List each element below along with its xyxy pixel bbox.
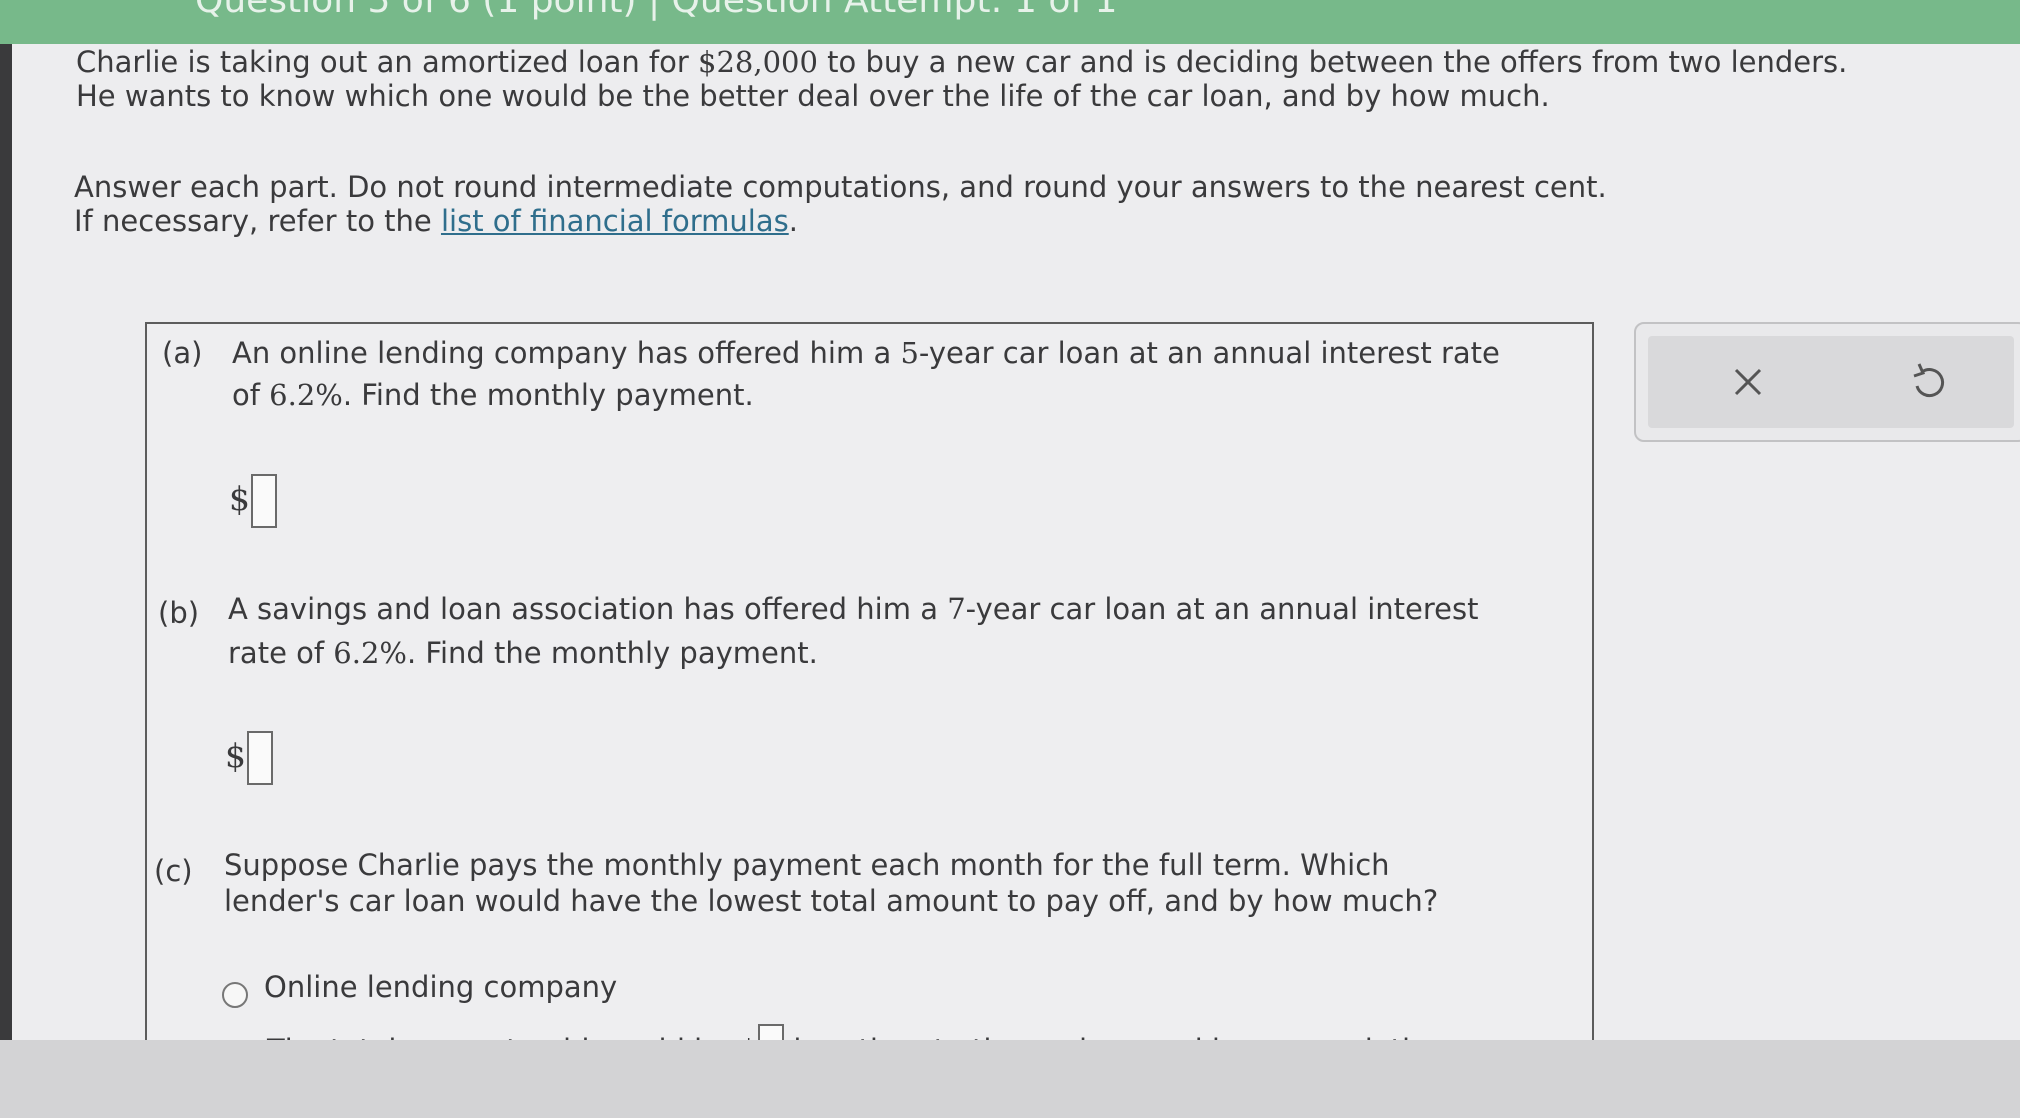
part-b-letter: (b) bbox=[158, 596, 200, 630]
undo-button[interactable] bbox=[1898, 352, 1958, 412]
intro-line-2: He wants to know which one would be the … bbox=[76, 79, 1550, 113]
financial-formulas-link[interactable]: list of financial formulas bbox=[441, 204, 789, 238]
answer-tools-panel bbox=[1634, 322, 2020, 442]
part-a-dollar-sign: $ bbox=[229, 479, 250, 518]
part-c-line-2: lender's car loan would have the lowest … bbox=[224, 884, 1439, 918]
undo-icon bbox=[1913, 363, 1944, 398]
instructions-line-2: If necessary, refer to the list of finan… bbox=[74, 204, 798, 238]
answer-tools-bar bbox=[1648, 336, 2014, 428]
option-online-label[interactable]: Online lending company bbox=[264, 970, 617, 1005]
part-b-dollar-sign: $ bbox=[225, 736, 246, 775]
part-b-answer-input[interactable] bbox=[247, 731, 273, 785]
part-b-line-1: A savings and loan association has offer… bbox=[228, 592, 1479, 626]
intro-line-1: Charlie is taking out an amortized loan … bbox=[76, 45, 1848, 79]
option-online-radio[interactable] bbox=[222, 982, 248, 1008]
part-a-line-2: of 6.2%. Find the monthly payment. bbox=[232, 378, 754, 412]
part-b: (b) A savings and loan association has o… bbox=[158, 592, 1578, 682]
part-a-letter: (a) bbox=[162, 336, 203, 370]
part-c-letter: (c) bbox=[154, 854, 193, 888]
screen-edge bbox=[0, 0, 12, 1118]
page-bottom-strip bbox=[0, 1040, 2020, 1118]
clear-button[interactable] bbox=[1718, 352, 1778, 412]
part-a: (a) An online lending company has offere… bbox=[162, 336, 1582, 426]
question-header: Question 5 of 6 (1 point) | Question Att… bbox=[0, 0, 2020, 44]
part-a-line-1: An online lending company has offered hi… bbox=[232, 336, 1500, 370]
question-header-text: Question 5 of 6 (1 point) | Question Att… bbox=[195, 0, 1118, 21]
x-icon bbox=[1734, 368, 1762, 396]
instructions-line-1: Answer each part. Do not round intermedi… bbox=[74, 170, 1607, 204]
part-b-line-2: rate of 6.2%. Find the monthly payment. bbox=[228, 636, 818, 670]
part-a-answer-input[interactable] bbox=[251, 474, 277, 528]
question-parts-box: (a) An online lending company has offere… bbox=[145, 322, 1594, 1068]
part-c: (c) Suppose Charlie pays the monthly pay… bbox=[154, 848, 1574, 938]
part-c-line-1: Suppose Charlie pays the monthly payment… bbox=[224, 848, 1390, 882]
